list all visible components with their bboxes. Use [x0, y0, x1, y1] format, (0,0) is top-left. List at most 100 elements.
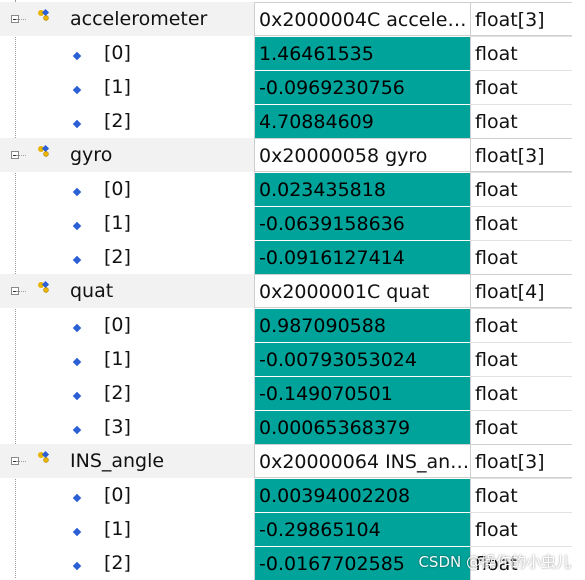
type-cell: float [470, 172, 572, 206]
type-cell: float [470, 104, 572, 138]
variable-name: [1] [104, 212, 131, 234]
type-cell: float [470, 478, 572, 512]
element-icon [72, 344, 82, 367]
watch-row-element[interactable]: [1] -0.0969230756 float [0, 70, 572, 104]
name-cell: quat [0, 274, 254, 308]
element-icon [72, 208, 82, 231]
value-cell[interactable]: 0x20000064 INS_angle [254, 444, 470, 478]
element-icon [72, 72, 82, 95]
element-icon [72, 480, 82, 503]
watch-row-element[interactable]: [0] 0.00394002208 float [0, 478, 572, 512]
name-cell: [0] [0, 308, 254, 342]
value-cell[interactable]: 0.00065368379 [254, 410, 470, 444]
name-cell: [2] [0, 104, 254, 138]
type-cell: float[4] [470, 274, 572, 308]
element-icon [72, 412, 82, 435]
type-cell: float [470, 376, 572, 410]
type-cell: float [470, 512, 572, 546]
value-cell[interactable]: 0x2000001C quat [254, 274, 470, 308]
element-icon [72, 514, 82, 537]
variable-name: [0] [104, 42, 131, 64]
variable-name: [1] [104, 348, 131, 370]
element-icon [72, 106, 82, 129]
variable-name: [2] [104, 246, 131, 268]
variable-name: INS_angle [70, 450, 165, 472]
watch-row-element[interactable]: [1] -0.00793053024 float [0, 342, 572, 376]
value-cell[interactable]: -0.00793053024 [254, 342, 470, 376]
variable-name: [2] [104, 552, 131, 574]
variable-name: [2] [104, 382, 131, 404]
name-cell: [0] [0, 172, 254, 206]
watermark: CSDN @操作的小虫儿 [418, 553, 571, 571]
name-cell: INS_angle [0, 444, 254, 478]
name-cell: [0] [0, 478, 254, 512]
type-cell: float[3] [470, 444, 572, 478]
type-cell: float [470, 36, 572, 70]
value-cell[interactable]: -0.0639158636 [254, 206, 470, 240]
value-cell[interactable]: 1.46461535 [254, 36, 470, 70]
variable-name: [3] [104, 416, 131, 438]
watch-row-element[interactable]: [0] 0.987090588 float [0, 308, 572, 342]
variable-name: [2] [104, 110, 131, 132]
watch-row-element[interactable]: [2] -0.0916127414 float [0, 240, 572, 274]
name-cell: [1] [0, 206, 254, 240]
name-cell: [2] [0, 376, 254, 410]
element-icon [72, 310, 82, 333]
value-cell[interactable]: 0.023435818 [254, 172, 470, 206]
type-cell: float [470, 70, 572, 104]
watch-row-group[interactable]: INS_angle 0x20000064 INS_angle float[3] [0, 444, 572, 478]
type-cell: float [470, 342, 572, 376]
value-cell[interactable]: 0x2000004C accelero... [254, 2, 470, 36]
value-cell[interactable]: 0.987090588 [254, 308, 470, 342]
value-cell[interactable]: 4.70884609 [254, 104, 470, 138]
value-cell[interactable]: 0x20000058 gyro [254, 138, 470, 172]
watch-row-element[interactable]: [0] 0.023435818 float [0, 172, 572, 206]
watch-row-group[interactable]: quat 0x2000001C quat float[4] [0, 274, 572, 308]
type-cell: float[3] [470, 2, 572, 36]
type-cell: float[3] [470, 138, 572, 172]
watch-row-element[interactable]: [2] -0.149070501 float [0, 376, 572, 410]
element-icon [72, 174, 82, 197]
variable-name: [1] [104, 76, 131, 98]
name-cell: [2] [0, 546, 254, 580]
variable-name: [0] [104, 314, 131, 336]
name-cell: [1] [0, 342, 254, 376]
watch-row-element[interactable]: [1] -0.29865104 float [0, 512, 572, 546]
value-cell[interactable]: -0.0916127414 [254, 240, 470, 274]
value-cell[interactable]: -0.149070501 [254, 376, 470, 410]
tree-line [16, 461, 26, 462]
tree-line [16, 19, 26, 20]
variable-name: [1] [104, 518, 131, 540]
name-cell: [0] [0, 36, 254, 70]
watch-row-group[interactable]: accelerometer 0x2000004C accelero... float… [0, 2, 572, 36]
watch-row-element[interactable]: [2] 4.70884609 float [0, 104, 572, 138]
type-cell: float [470, 240, 572, 274]
type-cell: float [470, 410, 572, 444]
variable-name: accelerometer [70, 8, 208, 30]
name-cell: [1] [0, 512, 254, 546]
element-icon [72, 378, 82, 401]
name-cell: gyro [0, 138, 254, 172]
name-cell: accelerometer [0, 2, 254, 36]
struct-icon [34, 2, 52, 21]
value-cell[interactable]: 0.00394002208 [254, 478, 470, 512]
watch-row-element[interactable]: [0] 1.46461535 float [0, 36, 572, 70]
value-cell[interactable]: -0.29865104 [254, 512, 470, 546]
watch-row-element[interactable]: [1] -0.0639158636 float [0, 206, 572, 240]
name-cell: [1] [0, 70, 254, 104]
watch-window: accelerometer 0x2000004C accelero... float… [0, 0, 585, 580]
watch-row-group[interactable]: gyro 0x20000058 gyro float[3] [0, 138, 572, 172]
tree-line [16, 291, 26, 292]
element-icon [72, 242, 82, 265]
watch-row-element[interactable]: [3] 0.00065368379 float [0, 410, 572, 444]
variable-name: gyro [70, 144, 113, 166]
value-cell[interactable]: -0.0969230756 [254, 70, 470, 104]
struct-icon [34, 444, 52, 463]
type-cell: float [470, 206, 572, 240]
tree-line [16, 155, 26, 156]
variable-name: [0] [104, 178, 131, 200]
element-icon [72, 38, 82, 61]
name-cell: [2] [0, 240, 254, 274]
struct-icon [34, 274, 52, 293]
variable-name: [0] [104, 484, 131, 506]
